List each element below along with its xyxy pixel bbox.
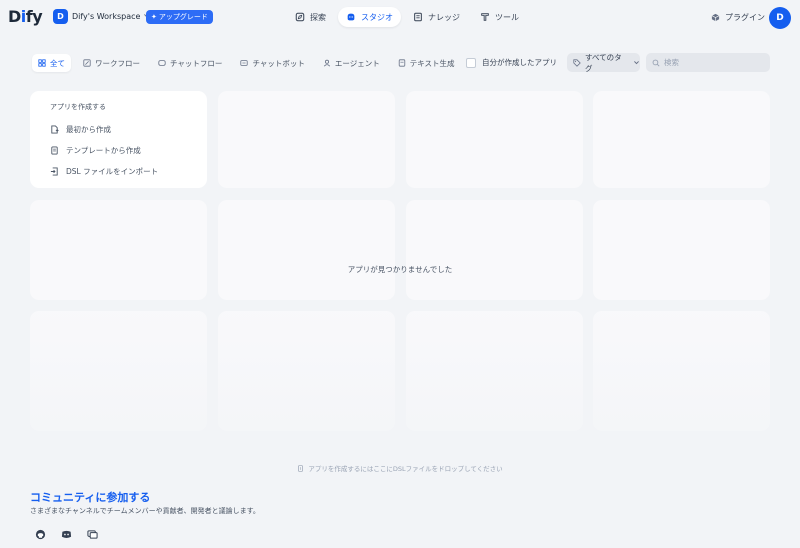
placeholder-card <box>593 200 770 300</box>
chevron-down-icon <box>634 61 639 65</box>
workflow-icon <box>83 59 91 67</box>
placeholder-card <box>593 91 770 188</box>
new-file-icon <box>51 125 59 134</box>
forum-icon[interactable] <box>85 527 99 541</box>
created-by-me-checkbox[interactable] <box>466 57 476 68</box>
chatflow-icon <box>158 60 166 66</box>
workspace-avatar: D <box>53 9 68 24</box>
top-header: Dify D Dify's Workspace ✦ アップグレード 探索 スタジ… <box>0 0 800 36</box>
nav-explore[interactable]: 探索 <box>287 7 334 27</box>
github-icon[interactable] <box>33 527 47 541</box>
plugin-button[interactable]: プラグイン <box>711 12 765 23</box>
tab-all[interactable]: 全て <box>32 54 71 72</box>
placeholder-card <box>406 311 583 431</box>
created-by-me-filter[interactable]: 自分が作成したアプリ <box>466 57 557 68</box>
search-icon <box>652 59 660 67</box>
import-dsl-button[interactable]: DSL ファイルをインポート <box>50 161 187 182</box>
tab-text-generation[interactable]: テキスト生成 <box>392 54 461 72</box>
knowledge-icon <box>414 12 422 22</box>
placeholder-card <box>30 311 207 431</box>
create-app-title: アプリを作成する <box>50 103 106 111</box>
community-title: コミュニティに参加する <box>30 491 151 504</box>
placeholder-card <box>406 200 583 300</box>
import-icon <box>50 167 58 176</box>
tool-icon <box>481 13 489 21</box>
placeholder-card <box>593 311 770 431</box>
community-links <box>33 527 99 541</box>
search-input[interactable] <box>664 58 759 67</box>
placeholder-card <box>406 91 583 188</box>
discord-icon[interactable] <box>59 527 73 541</box>
dsl-drop-hint: アプリを作成するにはここにDSLファイルをドロップしてください <box>0 463 800 473</box>
chatbot-icon <box>240 60 249 66</box>
nav-knowledge[interactable]: ナレッジ <box>405 7 468 27</box>
nav-tools[interactable]: ツール <box>472 7 527 27</box>
workspace-name: Dify's Workspace <box>72 12 141 21</box>
template-icon <box>51 146 58 155</box>
search-box[interactable] <box>646 53 770 72</box>
create-from-template-button[interactable]: テンプレートから作成 <box>50 140 187 161</box>
app-type-tabs: 全て ワークフロー チャットフロー チャットボット エージェント テキスト生成 <box>32 54 461 72</box>
placeholder-card <box>218 91 395 188</box>
sparkle-icon: ✦ <box>151 13 157 21</box>
tab-chatflow[interactable]: チャットフロー <box>152 54 228 72</box>
upgrade-button[interactable]: ✦ アップグレード <box>146 10 213 24</box>
cube-icon <box>711 13 720 22</box>
main-nav: 探索 スタジオ ナレッジ ツール <box>287 7 527 27</box>
dify-logo[interactable]: Dify <box>8 7 43 26</box>
create-app-card: アプリを作成する 最初から作成 テンプレートから作成 DSL ファイルをインポー… <box>30 91 207 188</box>
tab-workflow[interactable]: ワークフロー <box>77 54 146 72</box>
create-from-blank-button[interactable]: 最初から作成 <box>50 119 187 140</box>
workspace-switcher[interactable]: D Dify's Workspace <box>53 9 150 24</box>
tab-agent[interactable]: エージェント <box>317 54 386 72</box>
placeholder-card <box>218 200 395 300</box>
tag-filter-dropdown[interactable]: すべてのタグ <box>567 53 640 73</box>
tab-chatbot[interactable]: チャットボット <box>234 54 310 72</box>
grid-icon <box>38 59 46 67</box>
file-drop-icon <box>298 464 304 472</box>
empty-state-message: アプリが見つかりませんでした <box>347 265 453 274</box>
placeholder-card <box>218 311 395 431</box>
tag-icon <box>573 58 581 67</box>
agent-icon <box>323 59 330 67</box>
text-generation-icon <box>398 59 405 67</box>
nav-studio[interactable]: スタジオ <box>338 7 401 27</box>
explore-icon <box>295 12 305 22</box>
placeholder-card <box>30 200 207 300</box>
community-description: さまざまなチャンネルでチームメンバーや貢献者、開発者と議論します。 <box>30 507 260 515</box>
user-avatar[interactable]: D <box>769 7 791 29</box>
studio-icon <box>347 13 355 21</box>
